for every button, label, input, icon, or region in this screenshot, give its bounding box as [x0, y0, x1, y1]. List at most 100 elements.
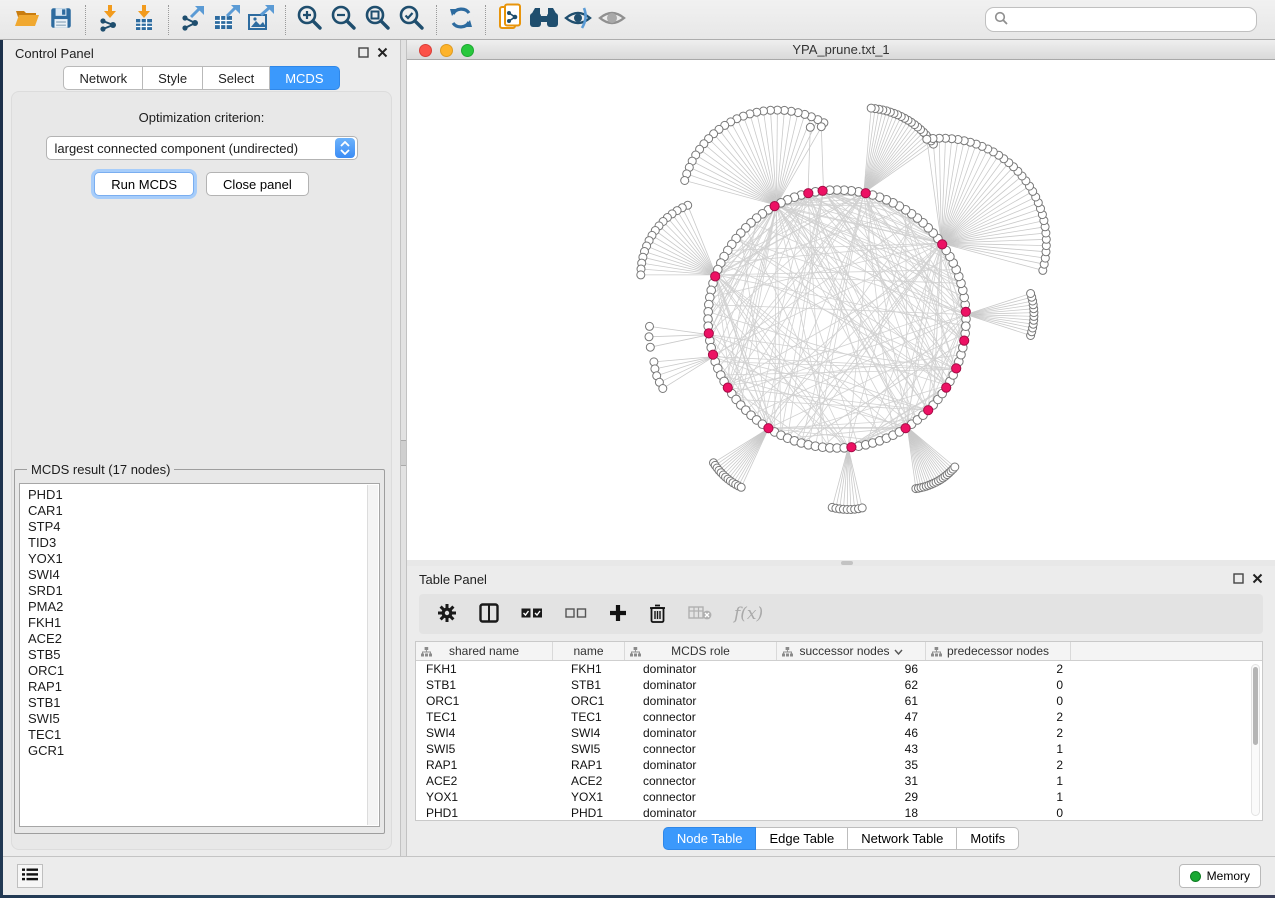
- table-row[interactable]: STB1STB1dominator620: [416, 677, 1262, 693]
- network-window-titlebar[interactable]: YPA_prune.txt_1: [407, 40, 1275, 60]
- mcds-result-item[interactable]: STP4: [28, 519, 379, 535]
- mcds-result-item[interactable]: TEC1: [28, 727, 379, 743]
- tab-network[interactable]: Network: [63, 66, 143, 90]
- window-close-light[interactable]: [419, 44, 432, 57]
- toolbar-separator: [85, 5, 86, 35]
- column-header-successor-nodes[interactable]: successor nodes: [777, 642, 926, 660]
- export-table-button[interactable]: [210, 3, 244, 37]
- share-network-button[interactable]: [493, 3, 527, 37]
- shared-column-icon: [421, 646, 432, 660]
- table-row[interactable]: YOX1YOX1connector291: [416, 789, 1262, 805]
- tab-style[interactable]: Style: [143, 66, 203, 90]
- optimization-criterion-select[interactable]: largest connected component (undirected): [46, 136, 358, 160]
- table-options-button[interactable]: [437, 603, 457, 626]
- import-table-button[interactable]: [127, 3, 161, 37]
- mcds-result-item[interactable]: GCR1: [28, 743, 379, 759]
- search-input[interactable]: [1014, 12, 1248, 27]
- table-row[interactable]: ACE2ACE2connector311: [416, 773, 1262, 789]
- table-row[interactable]: RAP1RAP1dominator352: [416, 757, 1262, 773]
- network-canvas[interactable]: [407, 60, 1275, 560]
- mcds-result-item[interactable]: STB1: [28, 695, 379, 711]
- table-scrollbar[interactable]: [1251, 664, 1260, 816]
- add-column-button[interactable]: [609, 604, 627, 625]
- table-row[interactable]: FKH1FKH1dominator962: [416, 661, 1262, 677]
- zoom-in-button[interactable]: [293, 3, 327, 37]
- close-panel-button[interactable]: Close panel: [206, 172, 309, 196]
- horizontal-splitter-handle[interactable]: [841, 561, 853, 565]
- export-image-button[interactable]: [244, 3, 278, 37]
- hide-graphics-details-button[interactable]: [561, 3, 595, 37]
- import-network-button[interactable]: [93, 3, 127, 37]
- cell: dominator: [625, 726, 777, 740]
- mcds-result-item[interactable]: YOX1: [28, 551, 379, 567]
- zoom-fit-button[interactable]: [361, 3, 395, 37]
- column-header-predecessor-nodes[interactable]: predecessor nodes: [926, 642, 1071, 660]
- mcds-result-item[interactable]: SWI4: [28, 567, 379, 583]
- tab-mcds[interactable]: MCDS: [270, 66, 339, 90]
- float-panel-icon[interactable]: [358, 46, 369, 61]
- mcds-result-item[interactable]: PMA2: [28, 599, 379, 615]
- cell: 46: [777, 726, 926, 740]
- vertical-splitter-handle[interactable]: [401, 440, 406, 466]
- table-panel: Table Panel f(x): [407, 566, 1275, 856]
- task-history-button[interactable]: [17, 864, 43, 888]
- mcds-result-item[interactable]: ACE2: [28, 631, 379, 647]
- table-row[interactable]: SWI5SWI5connector431: [416, 741, 1262, 757]
- tab-network-table[interactable]: Network Table: [848, 827, 957, 850]
- mcds-result-item[interactable]: TID3: [28, 535, 379, 551]
- close-panel-icon[interactable]: [1252, 572, 1263, 587]
- result-list-scrollbar[interactable]: [367, 485, 378, 825]
- delete-columns-button[interactable]: [649, 603, 666, 626]
- open-session-button[interactable]: [10, 3, 44, 37]
- delete-table-button[interactable]: [688, 605, 712, 624]
- tab-node-table[interactable]: Node Table: [663, 827, 757, 850]
- cell: PHD1: [553, 806, 625, 820]
- memory-button[interactable]: Memory: [1179, 864, 1261, 888]
- search-field[interactable]: [985, 7, 1257, 32]
- mcds-result-item[interactable]: SWI5: [28, 711, 379, 727]
- tab-edge-table[interactable]: Edge Table: [756, 827, 848, 850]
- mcds-result-item[interactable]: FKH1: [28, 615, 379, 631]
- refresh-view-button[interactable]: [444, 3, 478, 37]
- mcds-result-list[interactable]: PHD1CAR1STP4TID3YOX1SWI4SRD1PMA2FKH1ACE2…: [19, 483, 380, 827]
- table-row[interactable]: PHD1PHD1dominator180: [416, 805, 1262, 821]
- tab-select[interactable]: Select: [203, 66, 270, 90]
- column-header-shared-name[interactable]: shared name: [416, 642, 553, 660]
- float-panel-icon[interactable]: [1233, 572, 1244, 587]
- table-scrollbar-thumb[interactable]: [1253, 667, 1258, 745]
- network-overview-button[interactable]: [527, 3, 561, 37]
- show-graphics-details-button[interactable]: [595, 3, 629, 37]
- run-mcds-button[interactable]: Run MCDS: [94, 172, 194, 196]
- window-minimize-light[interactable]: [440, 44, 453, 57]
- status-bar: Memory: [3, 856, 1275, 895]
- function-builder-button[interactable]: f(x): [734, 604, 763, 624]
- zoom-selected-button[interactable]: [395, 3, 429, 37]
- mcds-result-item[interactable]: RAP1: [28, 679, 379, 695]
- close-panel-icon[interactable]: [377, 46, 388, 61]
- table-row[interactable]: ORC1ORC1dominator610: [416, 693, 1262, 709]
- vertical-splitter[interactable]: [400, 40, 407, 856]
- cell: ORC1: [416, 694, 553, 708]
- mcds-result-item[interactable]: CAR1: [28, 503, 379, 519]
- window-zoom-light[interactable]: [461, 44, 474, 57]
- column-header-MCDS-role[interactable]: MCDS role: [625, 642, 777, 660]
- mcds-result-item[interactable]: ORC1: [28, 663, 379, 679]
- tab-motifs[interactable]: Motifs: [957, 827, 1019, 850]
- save-session-button[interactable]: [44, 3, 78, 37]
- select-all-button[interactable]: [521, 607, 543, 622]
- mcds-result-item[interactable]: STB5: [28, 647, 379, 663]
- export-network-button[interactable]: [176, 3, 210, 37]
- table-tabs: Node TableEdge TableNetwork TableMotifs: [407, 826, 1275, 850]
- show-columns-button[interactable]: [479, 603, 499, 626]
- zoom-out-button[interactable]: [327, 3, 361, 37]
- cell: dominator: [625, 662, 777, 676]
- horizontal-splitter[interactable]: [407, 560, 1275, 566]
- mcds-result-item[interactable]: PHD1: [28, 487, 379, 503]
- cell: 2: [926, 726, 1071, 740]
- column-header-name[interactable]: name: [553, 642, 625, 660]
- mcds-result-item[interactable]: SRD1: [28, 583, 379, 599]
- deselect-all-button[interactable]: [565, 607, 587, 622]
- cell: SWI5: [416, 742, 553, 756]
- table-row[interactable]: SWI4SWI4dominator462: [416, 725, 1262, 741]
- table-row[interactable]: TEC1TEC1connector472: [416, 709, 1262, 725]
